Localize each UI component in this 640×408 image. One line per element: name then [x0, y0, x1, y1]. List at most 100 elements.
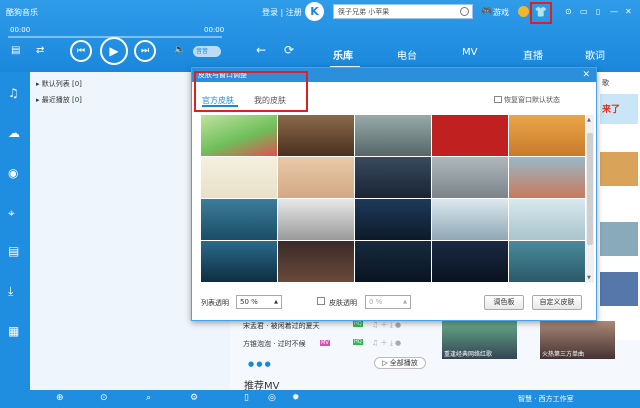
- skin-thumb[interactable]: [278, 199, 354, 240]
- skin-thumb[interactable]: [509, 115, 585, 156]
- shuffle-icon[interactable]: ▤: [11, 45, 20, 56]
- skin-thumb[interactable]: [278, 241, 354, 282]
- phone-icon[interactable]: ▯: [244, 393, 249, 403]
- skin-thumb[interactable]: [509, 241, 585, 282]
- right-col-thumb[interactable]: [600, 152, 638, 186]
- right-col-thumb[interactable]: [600, 272, 638, 306]
- previous-icon: ⏮: [76, 46, 86, 56]
- playlist-thumb[interactable]: 重逢经典网络红歌: [442, 321, 517, 359]
- loop-icon[interactable]: ⇄: [36, 45, 44, 56]
- locate-icon[interactable]: ⊙: [100, 393, 108, 403]
- list-opacity-select[interactable]: 50 % ▲: [236, 295, 282, 309]
- palette-button[interactable]: 调色板: [484, 295, 524, 310]
- skin-opacity-checkbox[interactable]: [317, 297, 325, 305]
- carousel-dots[interactable]: ● ● ●: [248, 360, 271, 368]
- skin-thumb[interactable]: [355, 115, 431, 156]
- kugou-logo[interactable]: K: [305, 2, 324, 21]
- login-register-link[interactable]: 登录 | 注册: [262, 7, 302, 18]
- thumb-caption: 火热第三方单曲: [542, 351, 585, 358]
- close-button[interactable]: ✕: [625, 7, 632, 16]
- skin-shirt-button[interactable]: 👕: [530, 2, 552, 24]
- search-icon[interactable]: ⌕: [146, 393, 151, 403]
- right-col-banner[interactable]: 来了: [600, 94, 638, 124]
- skin-thumb[interactable]: [278, 157, 354, 198]
- tab-my-skins[interactable]: 我的皮肤: [254, 95, 286, 106]
- skin-thumb[interactable]: [201, 115, 277, 156]
- search-input[interactable]: 筷子兄弟 小苹果: [333, 4, 473, 19]
- playlist-thumb[interactable]: 火热第三方单曲: [540, 321, 615, 359]
- gamepad-icon[interactable]: 🎮: [481, 7, 492, 17]
- scroll-down-icon[interactable]: ▼: [587, 275, 591, 281]
- volume-icon[interactable]: 🔈: [174, 45, 185, 55]
- playlist-default[interactable]: ▸ 默认列表 [0]: [36, 79, 82, 89]
- scrollbar-thumb[interactable]: [587, 133, 593, 245]
- skin-thumb[interactable]: [432, 241, 508, 282]
- skin-thumb[interactable]: [432, 157, 508, 198]
- add-icon[interactable]: ⊕: [56, 393, 64, 403]
- tab-music-library[interactable]: 乐库: [333, 47, 353, 62]
- skin-thumb[interactable]: [278, 115, 354, 156]
- watermark-text: 智慧 · 西方工作室: [518, 395, 574, 403]
- skin-thumb[interactable]: [432, 115, 508, 156]
- skin-opacity-select[interactable]: 0 % ▲: [365, 295, 411, 309]
- download-icon[interactable]: ⤓: [8, 284, 13, 299]
- refresh-icon[interactable]: ⟳: [284, 43, 294, 57]
- layout-button[interactable]: ▭: [580, 7, 588, 16]
- time-current: 00:00: [10, 26, 31, 34]
- close-icon[interactable]: ✕: [582, 68, 590, 82]
- cloud-icon[interactable]: ☁: [8, 126, 20, 140]
- mobile-button[interactable]: ▯: [596, 7, 600, 16]
- bottom-bar: ⊕ ⊙ ⌕ ⚙ ▯ ◎ ✹ 智慧 · 西方工作室: [0, 390, 640, 408]
- settings-icon[interactable]: ⚙: [190, 393, 198, 403]
- skin-thumb[interactable]: [509, 157, 585, 198]
- apps-grid-icon[interactable]: ▦: [8, 324, 19, 338]
- tab-live[interactable]: 直播: [523, 47, 543, 62]
- coin-icon[interactable]: [518, 6, 529, 17]
- list-opacity-value: 50 %: [240, 298, 258, 306]
- song-row-1[interactable]: 宋孟君 · 被闲着过的夏天: [243, 321, 320, 331]
- song-row-actions[interactable]: ♫ ＋ ⤓ ●: [372, 338, 401, 348]
- right-col-thumb[interactable]: [600, 222, 638, 256]
- scroll-up-icon[interactable]: ▲: [587, 117, 591, 123]
- game-link[interactable]: 游戏: [493, 7, 509, 18]
- skin-thumb[interactable]: [201, 241, 277, 282]
- skin-thumb[interactable]: [355, 199, 431, 240]
- chevron-up-icon: ▲: [403, 299, 407, 305]
- mini-mode-button[interactable]: ⊙: [565, 7, 572, 16]
- tab-lyrics[interactable]: 歌词: [585, 47, 605, 62]
- gamepad-icon[interactable]: ◎: [268, 393, 276, 403]
- location-icon[interactable]: ⌖: [8, 206, 15, 221]
- search-icon[interactable]: [460, 7, 469, 16]
- minimize-button[interactable]: —: [610, 7, 618, 16]
- grid-scrollbar[interactable]: ▲ ▼: [586, 115, 594, 283]
- skin-thumb[interactable]: [355, 241, 431, 282]
- time-total: 00:00: [204, 26, 225, 34]
- custom-skin-button[interactable]: 自定义皮肤: [532, 295, 582, 310]
- sun-icon[interactable]: ✹: [292, 393, 300, 403]
- thumb-caption: 重逢经典网络红歌: [444, 351, 493, 358]
- play-all-button[interactable]: ▷ 全部播放: [374, 357, 426, 369]
- restore-default-link[interactable]: 恢复窗口默认状态: [504, 95, 560, 105]
- tab-radio[interactable]: 电台: [397, 47, 417, 62]
- sound-effect-toggle[interactable]: 音音: [193, 46, 221, 57]
- next-button[interactable]: ⏭: [134, 40, 156, 62]
- skin-opacity-value: 0 %: [369, 298, 383, 306]
- skin-thumb[interactable]: [509, 199, 585, 240]
- skin-thumb[interactable]: [201, 199, 277, 240]
- back-arrow-icon[interactable]: ←: [256, 43, 266, 57]
- song-row-2[interactable]: 方锥泡泡 · 过时不候: [243, 339, 306, 349]
- radio-icon[interactable]: ◉: [8, 166, 18, 180]
- play-button[interactable]: ▶: [100, 37, 128, 65]
- music-note-icon[interactable]: ♫: [8, 86, 19, 100]
- skin-thumb[interactable]: [432, 199, 508, 240]
- right-col-label: 歌: [602, 79, 609, 87]
- playlist-recent[interactable]: ▸ 最近播放 [0]: [36, 95, 82, 105]
- restore-window-icon[interactable]: [494, 96, 502, 103]
- song-row-actions[interactable]: ♫ ＋ ⤓ ●: [372, 320, 401, 330]
- document-icon[interactable]: ▤: [8, 244, 19, 258]
- skin-thumb[interactable]: [201, 157, 277, 198]
- left-sidebar: ♫ ☁ ◉ ⌖ ▤ ⤓ ▦: [0, 72, 30, 390]
- skin-thumb[interactable]: [355, 157, 431, 198]
- previous-button[interactable]: ⏮: [70, 40, 92, 62]
- tab-mv[interactable]: MV: [462, 47, 477, 58]
